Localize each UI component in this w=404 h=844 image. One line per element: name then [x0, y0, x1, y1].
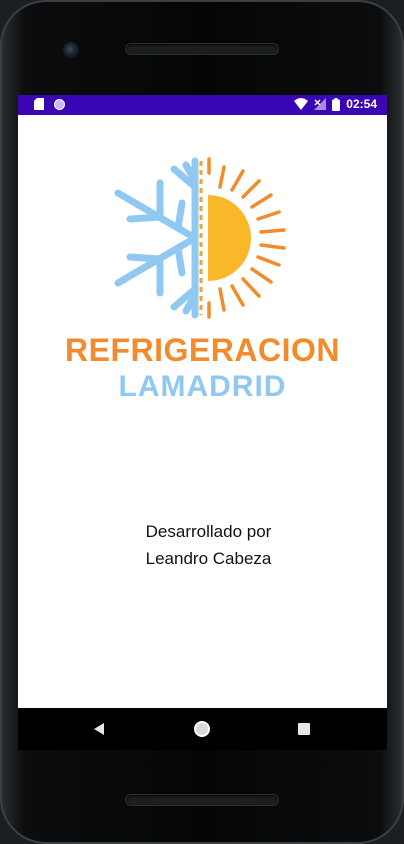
recents-button[interactable]: [295, 720, 313, 738]
bottom-speaker: [126, 795, 278, 805]
wifi-icon: [294, 98, 309, 110]
credits-line1: Desarrollado por: [145, 522, 272, 541]
back-button[interactable]: [91, 720, 109, 738]
home-icon: [194, 721, 210, 737]
brand-name-line2: LAMADRID: [118, 370, 287, 403]
front-camera: [63, 42, 79, 58]
battery-icon: [332, 97, 341, 111]
credits-line2: Leandro Cabeza: [145, 549, 272, 568]
notification-dot-icon: [54, 98, 65, 110]
status-time: 02:54: [346, 97, 377, 111]
status-bar: 02:54: [18, 95, 387, 115]
credits: Desarrollado por Leandro Cabeza: [18, 518, 387, 572]
top-speaker: [126, 44, 278, 54]
recents-icon: [298, 723, 310, 735]
home-button[interactable]: [193, 720, 211, 738]
app-screen: 02:54 REFRIGERACION LAMADRID Desarrollad…: [18, 95, 387, 708]
logo-snowflake-sun: [114, 157, 286, 319]
back-icon: [94, 723, 104, 735]
signal-icon: [314, 98, 327, 110]
brand-name-line1: REFRIGERACION: [65, 332, 340, 368]
phone-frame: 02:54 REFRIGERACION LAMADRID Desarrollad…: [0, 0, 404, 844]
sd-card-icon: [34, 98, 44, 110]
navigation-bar: [18, 708, 387, 750]
